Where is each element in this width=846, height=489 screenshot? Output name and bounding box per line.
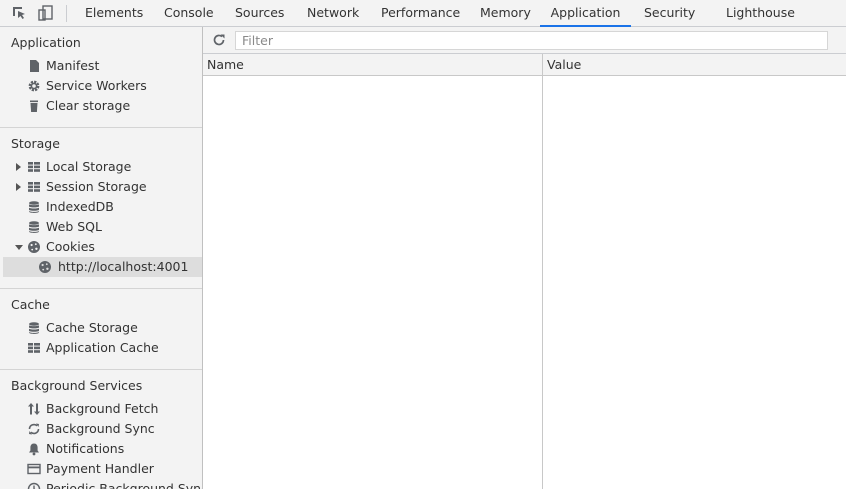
tab-console[interactable]: Console <box>163 0 215 27</box>
up-down-arrows-icon <box>27 402 41 416</box>
sidebar-item-label: Notifications <box>46 441 125 456</box>
card-icon <box>27 462 41 476</box>
devtools-tab-bar: Elements Console Sources Network Perform… <box>0 0 846 27</box>
sidebar-item-session-storage[interactable]: Session Storage <box>0 177 202 197</box>
sidebar-item-manifest[interactable]: Manifest <box>0 56 202 76</box>
sidebar-item-cache-storage[interactable]: Cache Storage <box>0 318 202 338</box>
inspect-element-icon[interactable] <box>11 5 27 21</box>
expand-arrow-icon[interactable] <box>16 163 21 171</box>
tab-lighthouse[interactable]: Lighthouse <box>725 0 796 27</box>
sidebar-item-application-cache[interactable]: Application Cache <box>0 338 202 358</box>
document-icon <box>27 59 41 73</box>
tab-application[interactable]: Application <box>540 0 631 27</box>
sidebar-item-payment-handler[interactable]: Payment Handler <box>0 459 202 479</box>
table-icon <box>27 160 41 174</box>
sidebar-item-label: Background Sync <box>46 421 155 436</box>
sidebar-item-label: Payment Handler <box>46 461 154 476</box>
sidebar-item-label: Cookies <box>46 239 95 254</box>
tab-security[interactable]: Security <box>643 0 696 27</box>
sidebar-item-background-fetch[interactable]: Background Fetch <box>0 399 202 419</box>
cookie-icon <box>27 240 41 254</box>
cookie-table-header: Name Value <box>203 54 846 76</box>
expand-arrow-icon[interactable] <box>16 183 21 191</box>
filter-input[interactable] <box>235 31 828 50</box>
section-divider <box>0 288 202 289</box>
tab-elements[interactable]: Elements <box>84 0 144 27</box>
section-divider <box>0 369 202 370</box>
cookies-panel: Name Value <box>203 27 846 489</box>
filter-toolbar <box>203 27 846 54</box>
tab-network[interactable]: Network <box>306 0 360 27</box>
database-icon <box>27 220 41 234</box>
sidebar-item-label: Periodic Background Sync <box>46 481 203 489</box>
sidebar-item-label: Manifest <box>46 58 100 73</box>
sidebar-item-label: IndexedDB <box>46 199 114 214</box>
sidebar-item-label: Local Storage <box>46 159 132 174</box>
sidebar-item-service-workers[interactable]: Service Workers <box>0 76 202 96</box>
sidebar-item-web-sql[interactable]: Web SQL <box>0 217 202 237</box>
section-title-storage: Storage <box>11 136 60 151</box>
table-icon <box>27 180 41 194</box>
sidebar-item-label: Clear storage <box>46 98 131 113</box>
column-header-value[interactable]: Value <box>543 54 846 75</box>
section-title-background-services: Background Services <box>11 378 143 393</box>
sidebar-item-label: Service Workers <box>46 78 147 93</box>
sidebar-item-local-storage[interactable]: Local Storage <box>0 157 202 177</box>
sidebar-item-label: Session Storage <box>46 179 147 194</box>
column-header-name[interactable]: Name <box>203 54 542 75</box>
sidebar-item-clear-storage[interactable]: Clear storage <box>0 96 202 116</box>
sidebar-item-label: Background Fetch <box>46 401 159 416</box>
sync-icon <box>27 422 41 436</box>
tab-performance[interactable]: Performance <box>380 0 461 27</box>
device-toolbar-icon[interactable] <box>38 5 54 21</box>
column-divider[interactable] <box>542 54 543 489</box>
sidebar-item-indexeddb[interactable]: IndexedDB <box>0 197 202 217</box>
sidebar-item-label: Cache Storage <box>46 320 138 335</box>
collapse-arrow-icon[interactable] <box>15 245 23 250</box>
section-divider <box>0 127 202 128</box>
gear-icon <box>27 79 41 93</box>
application-sidebar: Application Manifest Service Workers Cle… <box>0 27 203 489</box>
section-title-application: Application <box>11 35 81 50</box>
sidebar-item-cookies[interactable]: Cookies <box>0 237 202 257</box>
section-title-cache: Cache <box>11 297 50 312</box>
sidebar-item-label: Application Cache <box>46 340 159 355</box>
database-icon <box>27 200 41 214</box>
clock-icon <box>27 482 41 489</box>
toolbar-separator <box>66 5 67 22</box>
cookie-icon <box>38 260 52 274</box>
sidebar-item-cookie-origin[interactable]: http://localhost:4001 <box>3 257 202 277</box>
table-icon <box>27 341 41 355</box>
tab-sources[interactable]: Sources <box>234 0 285 27</box>
tab-memory[interactable]: Memory <box>479 0 532 27</box>
sidebar-item-background-sync[interactable]: Background Sync <box>0 419 202 439</box>
sidebar-item-periodic-background-sync[interactable]: Periodic Background Sync <box>0 479 202 489</box>
sidebar-item-label: Web SQL <box>46 219 102 234</box>
refresh-icon[interactable] <box>211 32 227 48</box>
database-icon <box>27 321 41 335</box>
sidebar-item-notifications[interactable]: Notifications <box>0 439 202 459</box>
sidebar-item-label: http://localhost:4001 <box>58 259 189 274</box>
trash-icon <box>27 99 41 113</box>
bell-icon <box>27 442 41 456</box>
